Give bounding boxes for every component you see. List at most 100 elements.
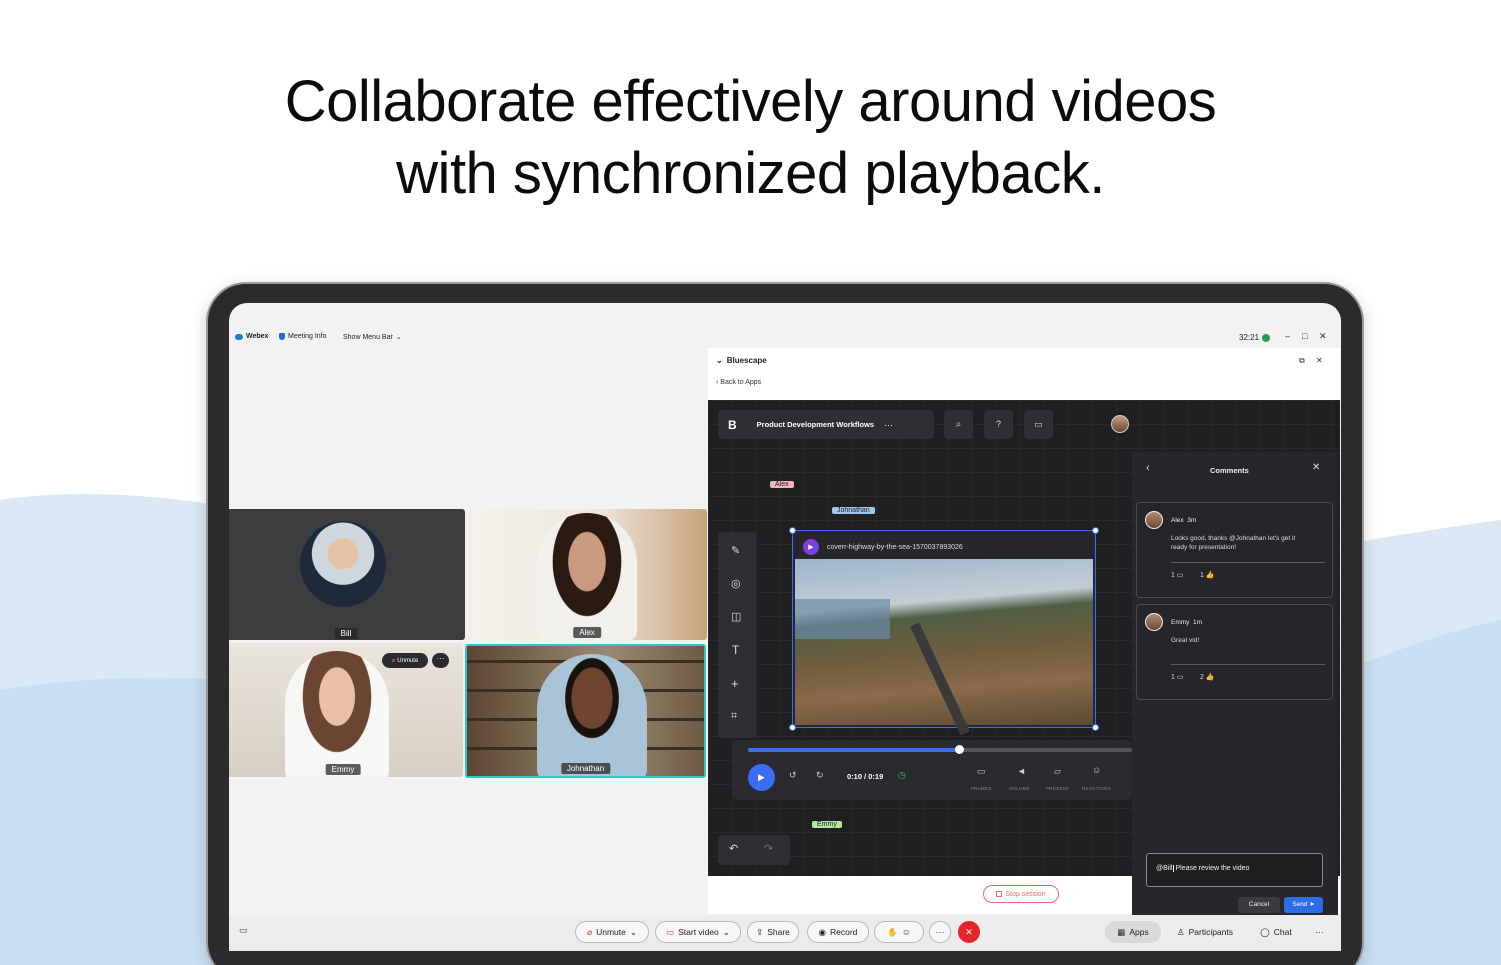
volume-icon[interactable]: ◄ (1017, 766, 1026, 776)
comments-back-icon[interactable]: ‹ (1146, 462, 1150, 474)
comment-divider (1171, 562, 1325, 563)
comment-input-text: Please review the video (1175, 865, 1250, 872)
emmy-unmute-badge[interactable]: ⌀ Unmute (382, 653, 428, 668)
meeting-info-button[interactable]: Meeting Info (279, 333, 327, 340)
chevron-down-icon: ⌄ (722, 926, 730, 937)
chevron-left-icon: ‹ (716, 379, 719, 386)
search-button[interactable]: ⌕ (944, 410, 973, 439)
cancel-button[interactable]: Cancel (1238, 897, 1280, 913)
comment-input[interactable]: @Bill Please review the video (1146, 853, 1323, 887)
show-menu-bar-button[interactable]: Show Menu Bar ⌄ (343, 333, 402, 342)
bluescape-header[interactable]: ⌄ Bluescape (716, 356, 767, 365)
reply-icon: ▭ (1176, 674, 1184, 681)
comments-panel: ‹ Comments ✕ Alex 3m Looks good, thanks … (1132, 452, 1338, 928)
sticky-note-icon[interactable]: ◫ (731, 610, 741, 623)
share-button[interactable]: ⇪ Share (747, 921, 799, 943)
reply-count-alex[interactable]: 1 ▭ (1171, 571, 1183, 579)
reactions-icon[interactable]: ☺ (1092, 765, 1101, 775)
share-screen-button[interactable]: ▭ (1024, 410, 1053, 439)
video-tile-johnathan[interactable]: Johnathan (465, 644, 706, 778)
thumbs-up-icon: 👍 (1205, 572, 1215, 579)
record-button[interactable]: ◉ Record (807, 921, 869, 943)
bluescape-logo: B (728, 417, 737, 432)
frame-icon[interactable]: ⌗ (731, 710, 737, 723)
video-tile-alex[interactable]: Alex (467, 509, 707, 640)
webex-window: Webex Meeting Info Show Menu Bar ⌄ 32:21… (229, 303, 1341, 951)
volume-label: VOLUME (1009, 786, 1030, 791)
chat-label: Chat (1273, 927, 1292, 937)
workspace-header[interactable]: B Product Development Workflows ··· (718, 410, 934, 439)
search-icon: ⌕ (955, 419, 962, 430)
bluescape-canvas[interactable]: B Product Development Workflows ··· ⌕ ? … (708, 400, 1340, 928)
video-card[interactable]: ▶ coverr-highway-by-the-sea-157003789302… (789, 527, 1099, 736)
connection-status-icon (1262, 333, 1271, 342)
rewind-10-icon[interactable]: ↺ (789, 770, 797, 781)
chat-button[interactable]: ◯ Chat (1253, 921, 1299, 943)
close-window-icon[interactable]: ✕ (1319, 331, 1327, 342)
thumbs-up-icon: 👍 (1205, 674, 1215, 681)
video-tile-bill[interactable]: Bill (229, 509, 465, 640)
reactions-label: REACTIONS (1082, 786, 1111, 791)
resize-handle-bl[interactable] (789, 724, 796, 731)
muted-mic-icon: ⌀ (586, 926, 593, 937)
headline: Collaborate effectively around videos wi… (0, 66, 1501, 210)
more-panels-icon[interactable]: ··· (1315, 927, 1324, 937)
video-tile-emmy[interactable]: ⌀ Unmute ··· Emmy (229, 643, 463, 777)
stop-session-button[interactable]: Stop session (983, 885, 1059, 903)
emmy-video-figure (285, 651, 389, 777)
emmy-more-button[interactable]: ··· (432, 653, 449, 668)
resize-handle-tl[interactable] (789, 527, 796, 534)
forward-10-icon[interactable]: ↻ (816, 770, 824, 781)
resize-handle-tr[interactable] (1092, 527, 1099, 534)
cursor-emmy: Emmy (812, 821, 842, 828)
text-icon[interactable]: T (732, 643, 739, 657)
stop-session-label: Stop session (1005, 890, 1046, 898)
raise-hand-reactions-button[interactable]: ✋ ☺ (874, 921, 924, 943)
captions-icon[interactable]: ▭ (239, 925, 248, 936)
like-count-alex[interactable]: 1 👍 (1200, 571, 1215, 579)
meeting-controls-bar: ▭ ⌀ Unmute ⌄ ▭ Start video ⌄ ⇪ Share ◉ R… (229, 915, 1341, 951)
user-avatar[interactable] (1111, 415, 1129, 433)
resize-handle-br[interactable] (1092, 724, 1099, 731)
video-time: 0:10 / 0:19 (847, 772, 884, 781)
progress-track[interactable] (748, 745, 1132, 754)
popout-icon[interactable]: ⧉ (1299, 356, 1305, 366)
comments-close-icon[interactable]: ✕ (1312, 462, 1320, 473)
unmute-button[interactable]: ⌀ Unmute ⌄ (575, 921, 649, 943)
play-button[interactable]: ▶ (748, 764, 775, 791)
road-line (910, 622, 970, 736)
comment-alex[interactable]: Alex 3m Looks good, thanks @Johnathan le… (1136, 502, 1333, 598)
close-panel-icon[interactable]: ✕ (1316, 356, 1323, 365)
like-count-emmy[interactable]: 2 👍 (1200, 673, 1215, 681)
comment-emmy[interactable]: Emmy 1m Great vid! 1 ▭ 2 👍 (1136, 604, 1333, 700)
apps-button[interactable]: ▦ Apps (1105, 921, 1161, 943)
back-to-apps-link[interactable]: ‹ Back to Apps (716, 379, 761, 386)
undo-icon[interactable]: ↶ (729, 842, 738, 855)
stop-icon (996, 891, 1003, 897)
progress-knob[interactable] (955, 745, 965, 754)
start-video-button[interactable]: ▭ Start video ⌄ (655, 921, 741, 943)
end-call-button[interactable]: ✕ (958, 921, 980, 943)
alex-video-figure (537, 513, 637, 640)
shapes-icon[interactable]: ◎ (731, 577, 741, 590)
redo-icon[interactable]: ↷ (764, 842, 773, 855)
participants-button[interactable]: ♙ Participants (1169, 921, 1241, 943)
frames-icon[interactable]: ▭ (977, 766, 986, 777)
raise-hand-icon: ✋ (887, 926, 898, 937)
pen-icon[interactable]: ✎ (731, 544, 740, 557)
avatar-emmy (1145, 613, 1163, 631)
present-icon[interactable]: ▱ (1054, 766, 1061, 777)
add-icon[interactable]: + (731, 676, 739, 691)
webex-logo-button[interactable]: Webex (235, 333, 268, 340)
progress-fill (748, 748, 960, 752)
headline-line-1: Collaborate effectively around videos (284, 69, 1217, 134)
workspace-more-icon[interactable]: ··· (884, 420, 893, 430)
maximize-icon[interactable]: □ (1302, 331, 1307, 341)
reply-count-emmy[interactable]: 1 ▭ (1171, 673, 1183, 681)
video-frame[interactable] (795, 559, 1093, 736)
send-button[interactable]: Send ➤ (1284, 897, 1323, 913)
more-options-button[interactable]: ··· (929, 921, 951, 943)
help-button[interactable]: ? (984, 410, 1013, 439)
comment-text-alex: Looks good, thanks @Johnathan let's get … (1171, 535, 1296, 551)
minimize-icon[interactable]: – (1285, 331, 1290, 341)
